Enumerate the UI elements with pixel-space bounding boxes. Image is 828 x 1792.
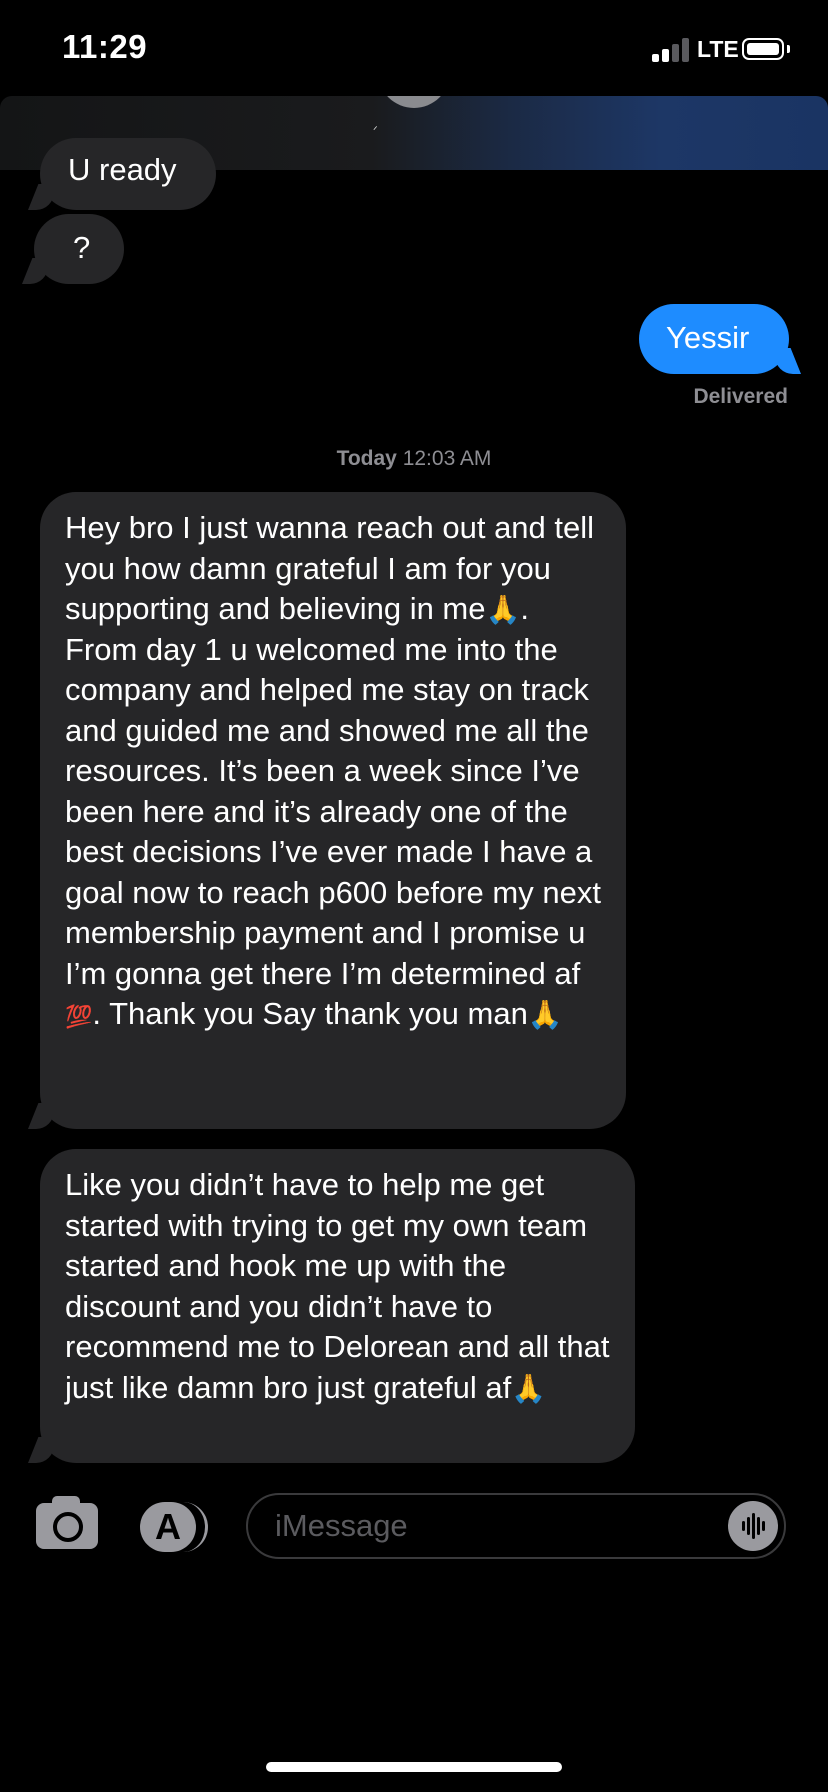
imessage-input[interactable]: iMessage	[246, 1493, 786, 1559]
message-text: U ready	[68, 152, 177, 187]
message-text: Yessir	[666, 320, 750, 355]
battery-tip	[787, 45, 790, 53]
message-timestamp: Today 12:03 AM	[0, 447, 828, 471]
home-indicator[interactable]	[266, 1762, 562, 1772]
hundred-points-emoji: 💯	[65, 1005, 93, 1030]
status-bar: 11:29 LTE	[0, 0, 828, 96]
audio-waveform-icon[interactable]	[728, 1501, 778, 1551]
praying-hands-emoji: 🙏	[527, 998, 563, 1031]
app-store-icon[interactable]: A	[140, 1502, 210, 1552]
message-bubble-incoming[interactable]: U ready	[40, 138, 216, 210]
contact-avatar[interactable]	[378, 96, 450, 108]
timestamp-day: Today	[336, 447, 397, 470]
timestamp-time: 12:03 AM	[402, 447, 492, 470]
message-bubble-incoming[interactable]: Like you didn’t have to help me get star…	[40, 1149, 635, 1463]
imessage-placeholder: iMessage	[275, 1508, 408, 1543]
signal-bars-icon	[652, 38, 690, 62]
battery-icon	[742, 38, 784, 60]
header-glyph: ᐟ	[373, 125, 378, 137]
praying-hands-emoji: 🙏	[485, 593, 521, 626]
message-text: Like you didn’t have to help me get star…	[65, 1165, 615, 1408]
network-type: LTE	[697, 36, 739, 62]
praying-hands-emoji: 🙏	[511, 1371, 547, 1405]
message-bubble-incoming[interactable]: ?	[34, 214, 124, 284]
message-bubble-outgoing[interactable]: Yessir	[639, 304, 789, 374]
message-text-part: . Thank you Say thank you man	[92, 996, 528, 1031]
camera-icon[interactable]	[36, 1496, 98, 1549]
message-bubble-incoming[interactable]: Hey bro I just wanna reach out and tell …	[40, 492, 626, 1129]
message-text: Hey bro I just wanna reach out and tell …	[65, 508, 606, 1035]
message-text: ?	[73, 230, 91, 265]
message-text-part: . From day 1 u welcomed me into the comp…	[65, 591, 601, 991]
status-time: 11:29	[62, 28, 148, 65]
delivery-status: Delivered	[693, 385, 788, 408]
message-text-part: Like you didn’t have to help me get star…	[65, 1167, 610, 1405]
